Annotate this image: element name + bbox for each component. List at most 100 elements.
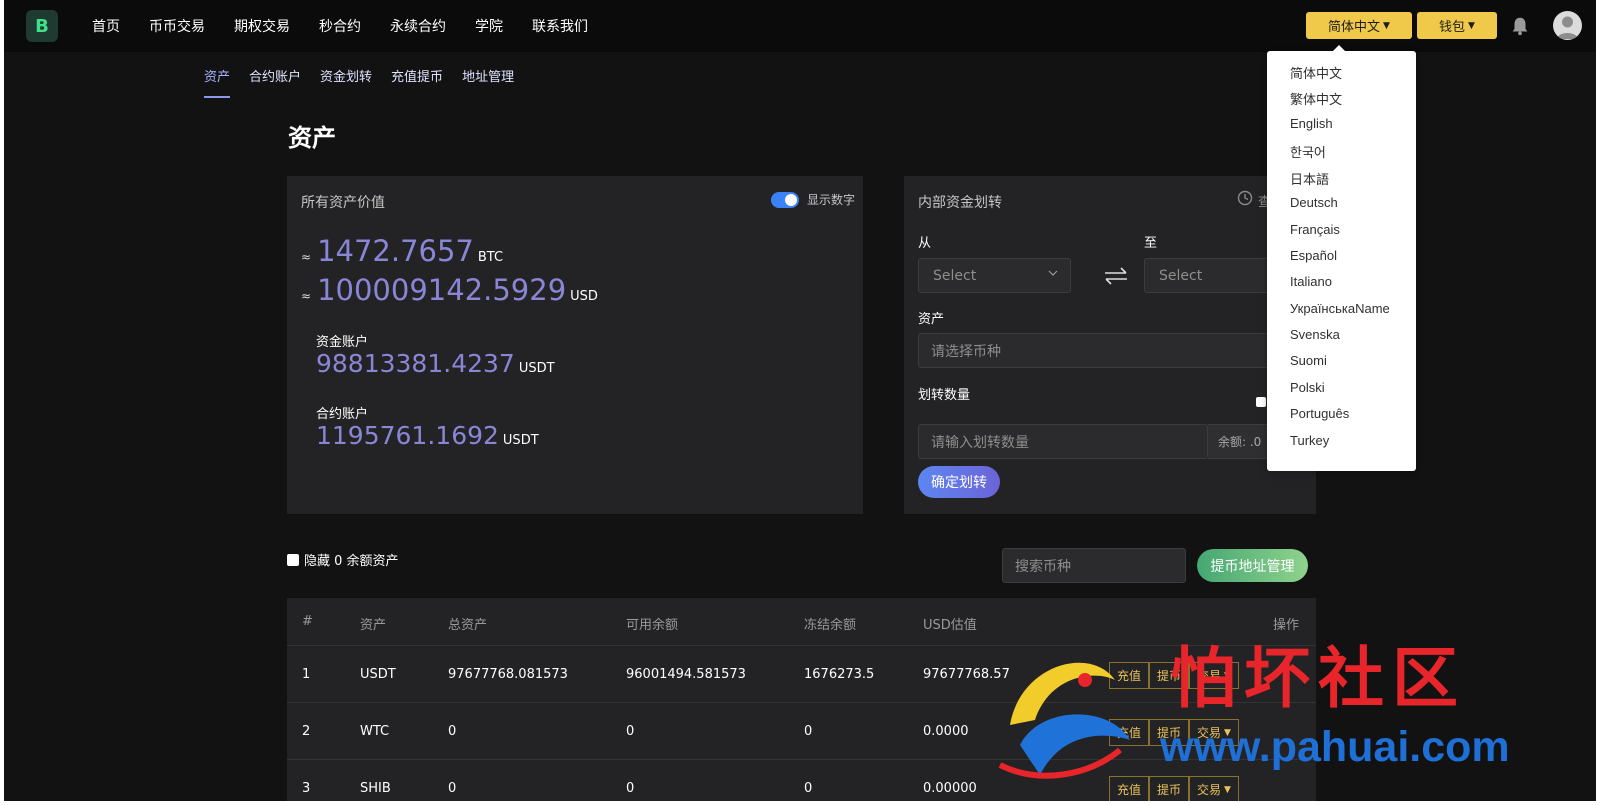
row-frozen: 0 <box>804 781 813 796</box>
coin-search-input[interactable]: 搜索币种 <box>1002 548 1186 583</box>
hide-zero-balance[interactable]: 隐藏 0 余额资产 <box>287 550 399 569</box>
approx-symbol: ≈ <box>301 250 312 264</box>
user-icon <box>1557 16 1578 39</box>
language-option[interactable]: 日本語 <box>1290 169 1329 188</box>
internal-transfer-panel: 内部资金划转 查 从 至 Select Select 资产 请选择币种 划转数量… <box>904 176 1316 514</box>
usd-value-row: ≈ 100009142.5929 USD <box>301 273 598 307</box>
usd-value: 100009142.5929 <box>317 273 567 307</box>
nav-item-seconds[interactable]: 秒合约 <box>319 16 361 36</box>
language-dropdown: 简体中文 繁体中文 English 한국어 日本語 Deutsch França… <box>1267 45 1416 471</box>
row-available: 96001494.581573 <box>626 667 746 682</box>
nav-item-home[interactable]: 首页 <box>92 16 120 36</box>
transfer-amount-input[interactable]: 请输入划转数量 <box>918 424 1208 459</box>
header-asset: 资产 <box>360 618 387 633</box>
row-frozen: 1676273.5 <box>804 667 875 682</box>
row-total: 97677768.081573 <box>448 667 568 682</box>
all-checkbox[interactable] <box>1256 397 1266 407</box>
tab-address-management[interactable]: 地址管理 <box>462 66 514 98</box>
row-index: 2 <box>302 724 311 739</box>
tab-deposit-withdraw[interactable]: 充值提币 <box>391 66 443 98</box>
language-option[interactable]: Français <box>1290 222 1340 237</box>
row-index: 3 <box>302 781 311 796</box>
asset-label: 资产 <box>918 312 945 327</box>
hide-zero-label: 隐藏 0 余额资产 <box>304 554 399 569</box>
hide-zero-checkbox[interactable] <box>287 553 299 566</box>
show-numbers-toggle[interactable] <box>771 192 799 208</box>
chevron-down-icon <box>1048 270 1058 276</box>
language-option[interactable]: Italiano <box>1290 274 1332 289</box>
funding-account-unit: USDT <box>518 361 555 376</box>
approx-symbol: ≈ <box>301 289 312 303</box>
language-option[interactable]: Deutsch <box>1290 195 1338 210</box>
language-option[interactable]: Suomi <box>1290 353 1327 368</box>
page-title: 资产 <box>288 124 336 152</box>
nav-item-contact[interactable]: 联系我们 <box>532 16 588 36</box>
nav-item-options[interactable]: 期权交易 <box>234 16 290 36</box>
language-option[interactable]: УкраїнськаName <box>1290 301 1390 316</box>
contract-account-value: 1195761.1692 <box>316 421 499 450</box>
language-option[interactable]: Polski <box>1290 380 1325 395</box>
withdraw-address-button[interactable]: 提币地址管理 <box>1197 549 1308 582</box>
header-frozen: 冻结余额 <box>804 618 857 633</box>
language-option[interactable]: Português <box>1290 406 1349 421</box>
transfer-amount-placeholder: 请输入划转数量 <box>931 434 1029 451</box>
swap-icon[interactable] <box>1102 266 1130 286</box>
from-account-select[interactable]: Select <box>918 258 1071 293</box>
language-option[interactable]: English <box>1290 116 1333 131</box>
main-nav: 首页 币币交易 期权交易 秒合约 永续合约 学院 联系我们 <box>92 0 617 52</box>
asset-value-panel: 所有资产价值 显示数字 ≈ 1472.7657 BTC ≈ 100009142.… <box>287 176 863 514</box>
language-button-label: 简体中文 <box>1328 20 1381 35</box>
language-option[interactable]: 한국어 <box>1290 142 1326 161</box>
show-numbers-label: 显示数字 <box>807 193 856 207</box>
asset-coin-placeholder: 请选择币种 <box>931 343 1001 360</box>
internal-transfer-title: 内部资金划转 <box>918 195 1002 211</box>
row-asset: SHIB <box>360 781 391 796</box>
watermark-url: www.pahuai.com <box>1160 723 1510 771</box>
header-available: 可用余额 <box>626 618 679 633</box>
bell-icon[interactable] <box>1509 14 1531 38</box>
language-button[interactable]: 简体中文 ▼ <box>1306 12 1412 39</box>
to-select-placeholder: Select <box>1159 267 1203 284</box>
coin-search-placeholder: 搜索币种 <box>1015 558 1071 575</box>
row-usd: 0.00000 <box>923 781 977 796</box>
asset-coin-select[interactable]: 请选择币种 <box>918 333 1316 368</box>
wallet-button-label: 钱包 <box>1439 20 1466 35</box>
caret-down-icon: ▼ <box>1383 20 1390 31</box>
contract-account-row: 1195761.1692 USDT <box>316 421 539 450</box>
caret-down-icon: ▼ <box>1468 20 1475 31</box>
btc-value: 1472.7657 <box>317 234 474 268</box>
tab-fund-transfer[interactable]: 资金划转 <box>320 66 372 98</box>
from-select-placeholder: Select <box>933 267 977 284</box>
tab-contract-account[interactable]: 合约账户 <box>249 66 301 98</box>
logo[interactable]: B <box>26 10 58 42</box>
tab-assets[interactable]: 资产 <box>204 66 231 98</box>
header-usd: USD估值 <box>923 618 977 633</box>
funding-account-value: 98813381.4237 <box>316 349 515 378</box>
row-frozen: 0 <box>804 724 813 739</box>
language-option[interactable]: 简体中文 <box>1290 63 1342 82</box>
top-navbar: B 首页 币币交易 期权交易 秒合约 永续合约 学院 联系我们 简体中文 ▼ 钱包… <box>4 0 1596 52</box>
wallet-button[interactable]: 钱包 ▼ <box>1417 12 1497 39</box>
nav-item-academy[interactable]: 学院 <box>475 16 503 36</box>
btc-value-row: ≈ 1472.7657 BTC <box>301 234 503 268</box>
btc-unit: BTC <box>477 250 504 265</box>
row-total: 0 <box>448 724 457 739</box>
fish-logo-icon <box>998 662 1130 779</box>
language-option[interactable]: Svenska <box>1290 327 1340 342</box>
from-label: 从 <box>918 236 932 251</box>
nav-item-spot[interactable]: 币币交易 <box>149 16 205 36</box>
contract-account-label: 合约账户 <box>316 407 369 422</box>
clock-icon[interactable] <box>1237 190 1253 206</box>
row-usd: 0.0000 <box>923 724 969 739</box>
language-option[interactable]: Español <box>1290 248 1337 263</box>
confirm-transfer-button[interactable]: 确定划转 <box>918 466 1000 498</box>
usd-unit: USD <box>570 289 598 304</box>
nav-item-perpetual[interactable]: 永续合约 <box>390 16 446 36</box>
watermark-title: 怕坏社区 <box>1170 640 1466 717</box>
language-option[interactable]: 繁体中文 <box>1290 89 1342 108</box>
amount-label: 划转数量 <box>918 388 971 403</box>
language-option[interactable]: Turkey <box>1290 433 1329 448</box>
sub-tabs: 资产 合约账户 资金划转 充值提币 地址管理 <box>204 66 533 100</box>
avatar[interactable] <box>1553 11 1582 40</box>
row-total: 0 <box>448 781 457 796</box>
